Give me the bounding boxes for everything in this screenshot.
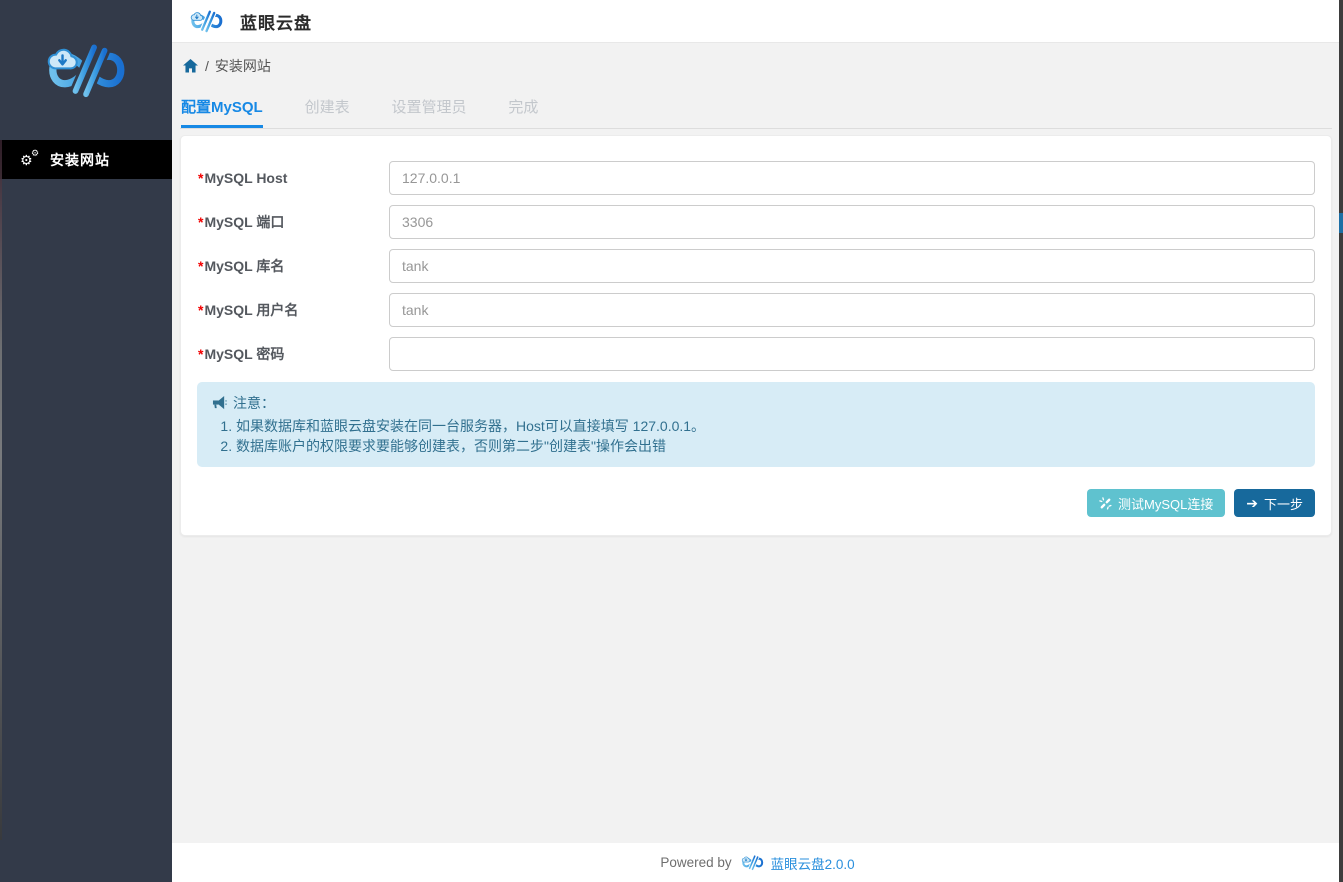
notice-box: 注意： 如果数据库和蓝眼云盘安装在同一台服务器，Host可以直接填写 127.0… bbox=[197, 382, 1315, 467]
tab-create-tables[interactable]: 创建表 bbox=[305, 96, 350, 127]
tab-finish[interactable]: 完成 bbox=[508, 96, 538, 127]
window-scrollbar[interactable] bbox=[1339, 0, 1343, 882]
sidebar-logo bbox=[0, 0, 172, 140]
mysql-password-input[interactable] bbox=[389, 337, 1315, 371]
notice-item: 数据库账户的权限要求要能够创建表，否则第二步"创建表"操作会出错 bbox=[236, 437, 1300, 455]
main-content: / 安装网站 配置MySQL 创建表 设置管理员 完成 *MySQL Host … bbox=[172, 43, 1343, 882]
field-label: *MySQL 库名 bbox=[197, 256, 389, 276]
action-button-row: 测试MySQL连接 ➔ 下一步 bbox=[197, 489, 1315, 517]
powered-by-text: Powered by bbox=[660, 855, 731, 870]
notice-title: 注意： bbox=[233, 393, 275, 413]
tab-set-admin[interactable]: 设置管理员 bbox=[391, 96, 466, 127]
scrollbar-thumb[interactable] bbox=[1339, 213, 1343, 233]
breadcrumb-current: 安装网站 bbox=[215, 56, 271, 76]
sidebar-item-label: 安装网站 bbox=[50, 150, 110, 170]
left-edge-artifact bbox=[0, 140, 2, 840]
form-row-mysql-password: *MySQL 密码 bbox=[197, 337, 1315, 371]
sidebar-item-install-site[interactable]: ⚙ ⚙ 安装网站 bbox=[0, 140, 172, 179]
required-marker: * bbox=[198, 170, 203, 186]
form-row-mysql-port: *MySQL 端口 bbox=[197, 205, 1315, 239]
required-marker: * bbox=[198, 302, 203, 318]
cogs-icon: ⚙ ⚙ bbox=[20, 151, 40, 169]
sidebar: ⚙ ⚙ 安装网站 bbox=[0, 0, 172, 882]
footer: Powered by 蓝眼云盘2.0.0 bbox=[172, 843, 1343, 882]
arrow-right-icon: ➔ bbox=[1246, 496, 1258, 510]
required-marker: * bbox=[198, 214, 203, 230]
unlink-icon bbox=[1099, 497, 1112, 510]
home-icon[interactable] bbox=[183, 59, 198, 73]
test-mysql-connection-button[interactable]: 测试MySQL连接 bbox=[1087, 489, 1225, 517]
form-row-mysql-host: *MySQL Host bbox=[197, 161, 1315, 195]
required-marker: * bbox=[198, 258, 203, 274]
mysql-database-input[interactable] bbox=[389, 249, 1315, 283]
form-row-mysql-username: *MySQL 用户名 bbox=[197, 293, 1315, 327]
mysql-username-input[interactable] bbox=[389, 293, 1315, 327]
bullhorn-icon bbox=[212, 396, 227, 410]
field-label: *MySQL Host bbox=[197, 170, 389, 186]
form-row-mysql-database: *MySQL 库名 bbox=[197, 249, 1315, 283]
mysql-config-card: *MySQL Host *MySQL 端口 *MySQL 库名 *MySQL 用… bbox=[180, 135, 1332, 536]
mysql-port-input[interactable] bbox=[389, 205, 1315, 239]
notice-list: 如果数据库和蓝眼云盘安装在同一台服务器，Host可以直接填写 127.0.0.1… bbox=[215, 417, 1300, 455]
next-step-button[interactable]: ➔ 下一步 bbox=[1234, 489, 1315, 517]
tank-infinity-logo-icon bbox=[739, 853, 766, 872]
breadcrumb: / 安装网站 bbox=[172, 43, 1343, 76]
mysql-host-input[interactable] bbox=[389, 161, 1315, 195]
field-label: *MySQL 用户名 bbox=[197, 300, 389, 320]
breadcrumb-separator: / bbox=[205, 58, 209, 74]
tank-infinity-logo-icon bbox=[186, 7, 227, 35]
notice-item: 如果数据库和蓝眼云盘安装在同一台服务器，Host可以直接填写 127.0.0.1… bbox=[236, 417, 1300, 435]
step-tabs: 配置MySQL 创建表 设置管理员 完成 bbox=[180, 96, 1332, 129]
tank-infinity-logo-icon bbox=[37, 36, 135, 104]
field-label: *MySQL 端口 bbox=[197, 212, 389, 232]
tab-configure-mysql[interactable]: 配置MySQL bbox=[181, 96, 263, 128]
footer-version-link[interactable]: 蓝眼云盘2.0.0 bbox=[771, 853, 855, 873]
required-marker: * bbox=[198, 346, 203, 362]
field-label: *MySQL 密码 bbox=[197, 344, 389, 364]
top-header: 蓝眼云盘 bbox=[172, 0, 1343, 43]
page-title: 蓝眼云盘 bbox=[240, 9, 312, 34]
